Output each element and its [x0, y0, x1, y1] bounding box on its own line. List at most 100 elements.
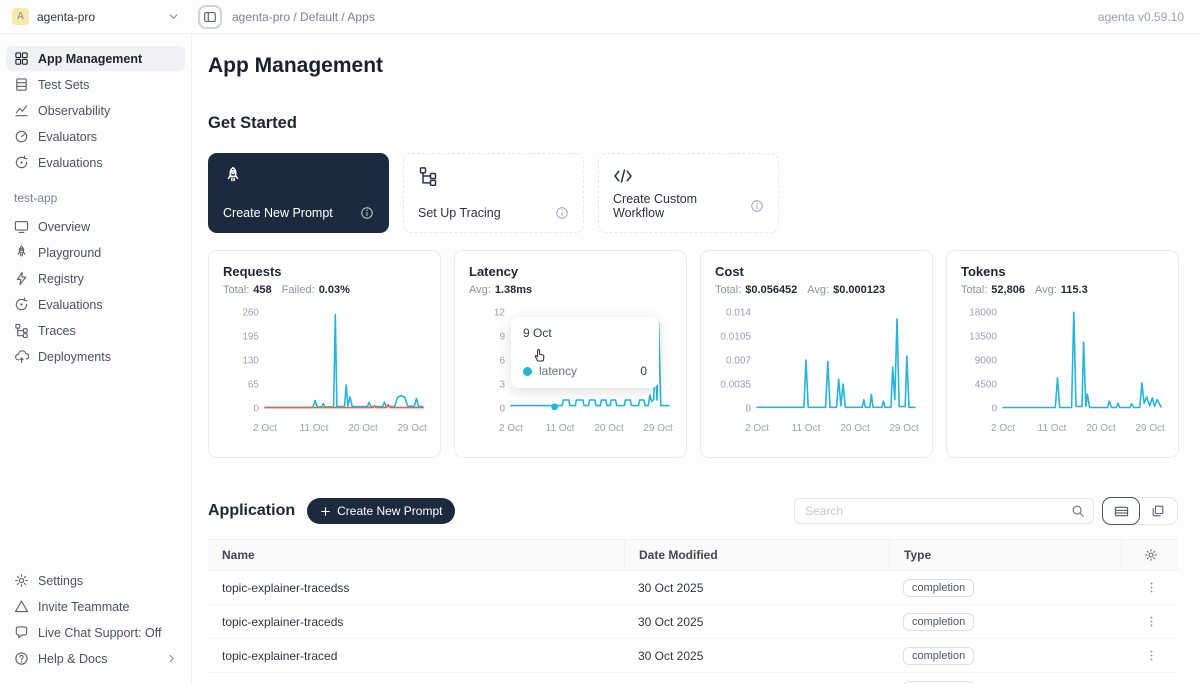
search-icon[interactable] [1071, 504, 1085, 518]
x-axis-tick: 29 Oct [1135, 423, 1165, 434]
y-axis-tick: 18000 [969, 308, 997, 319]
y-axis-tick: 0.0105 [720, 332, 751, 343]
chart-title: Tokens [961, 264, 1164, 279]
type-badge: completion [903, 681, 974, 684]
workspace-selector[interactable]: A agenta-pro [0, 8, 192, 25]
stat-value: 52,806 [991, 284, 1025, 296]
sidebar-item-evaluations[interactable]: Evaluations [6, 150, 185, 175]
table-header: Name Date Modified Type [208, 539, 1178, 571]
chart-stats: Avg:1.38ms [469, 284, 672, 296]
x-axis-tick: 20 Oct [594, 423, 624, 434]
x-axis-tick: 20 Oct [840, 423, 870, 434]
y-axis-tick: 0 [499, 404, 505, 415]
row-menu-dots-icon[interactable] [1145, 581, 1158, 594]
help-icon [14, 651, 29, 666]
sidebar-item-test-sets[interactable]: Test Sets [6, 72, 185, 97]
table-view-icon [1114, 504, 1129, 519]
sidebar-item-label: App Management [38, 52, 142, 66]
sidebar-item-label: Settings [38, 574, 83, 588]
sidebar-item-settings[interactable]: Settings [6, 568, 185, 593]
x-axis-tick: 2 Oct [253, 423, 277, 434]
search-input[interactable] [803, 503, 1071, 519]
series-line-total [265, 315, 423, 408]
y-axis-tick: 65 [248, 380, 260, 391]
sidebar-item-evaluators[interactable]: Evaluators [6, 124, 185, 149]
evaluators-icon [14, 129, 29, 144]
table-row[interactable]: topic-explainer-tracedss 30 Oct 2025 com… [208, 571, 1178, 605]
get-started-card-create-new-prompt[interactable]: Create New Prompt [208, 153, 389, 233]
workspace-name: agenta-pro [37, 10, 95, 24]
table-view-button[interactable] [1102, 497, 1140, 525]
sidebar-item-observability[interactable]: Observability [6, 98, 185, 123]
sidebar-item-invite-teammate[interactable]: Invite Teammate [6, 594, 185, 619]
x-axis-tick: 11 Oct [792, 423, 821, 434]
sidebar-item-registry[interactable]: Registry [6, 266, 185, 291]
row-name: topic-explainer-traced [208, 649, 624, 663]
info-circle-icon[interactable] [750, 199, 764, 213]
column-header-name: Name [208, 548, 624, 562]
sidebar-item-traces[interactable]: Traces [6, 318, 185, 343]
x-axis-tick: 11 Oct [546, 423, 575, 434]
chart-plot: 04500900013500180002 Oct11 Oct20 Oct29 O… [961, 304, 1166, 438]
grid-icon [14, 51, 29, 66]
table-row[interactable]: career-assessment 27 Oct 2025 completion [208, 673, 1178, 684]
plus-icon [320, 506, 331, 517]
y-axis-tick: 13500 [969, 332, 997, 343]
sidebar-panel-icon [203, 10, 217, 24]
evaluations-icon [14, 297, 29, 312]
evaluations-icon [14, 155, 29, 170]
chart-title: Cost [715, 264, 918, 279]
sidebar-toggle-button[interactable] [198, 5, 222, 29]
type-badge: completion [903, 647, 974, 665]
chart-card-tokens: Tokens Total:52,806Avg:115.3 04500900013… [946, 250, 1179, 458]
sidebar-sections: App Management Test Sets Observability E… [6, 46, 185, 370]
table-settings-gear-icon[interactable] [1144, 548, 1158, 562]
sidebar-item-deployments[interactable]: Deployments [6, 344, 185, 369]
rocket-icon [223, 166, 243, 186]
chart-tooltip: 9 Octlatency0 [511, 317, 659, 388]
info-circle-icon[interactable] [555, 206, 569, 220]
table-row[interactable]: topic-explainer-traced 30 Oct 2025 compl… [208, 639, 1178, 673]
info-circle-icon[interactable] [360, 206, 374, 220]
sidebar-group-label: test-app [6, 176, 185, 214]
sidebar-item-label: Evaluations [38, 298, 103, 312]
code-icon [613, 166, 633, 186]
sidebar-item-overview[interactable]: Overview [6, 214, 185, 239]
create-new-prompt-button[interactable]: Create New Prompt [307, 498, 455, 524]
column-header-date-modified: Date Modified [624, 540, 889, 570]
main-content: App Management Get Started Create New Pr… [193, 33, 1200, 684]
chat-icon [14, 625, 29, 640]
sidebar-item-label: Traces [38, 324, 76, 338]
sidebar-footer: Settings Invite Teammate Live Chat Suppo… [6, 568, 185, 672]
stat-value: 115.3 [1061, 284, 1088, 296]
get-started-card-set-up-tracing[interactable]: Set Up Tracing [403, 153, 584, 233]
y-axis-tick: 12 [494, 308, 506, 319]
row-name: topic-explainer-traceds [208, 615, 624, 629]
chart-stats: Total:52,806Avg:115.3 [961, 284, 1164, 296]
sidebar-item-help-docs[interactable]: Help & Docs [6, 646, 185, 671]
table-row[interactable]: topic-explainer-traceds 30 Oct 2025 comp… [208, 605, 1178, 639]
row-menu-dots-icon[interactable] [1145, 615, 1158, 628]
sidebar-item-label: Live Chat Support: Off [38, 626, 161, 640]
get-started-cards: Create New Prompt Set Up Tracing Create … [208, 153, 1178, 233]
x-axis-tick: 2 Oct [991, 423, 1015, 434]
row-menu-dots-icon[interactable] [1145, 649, 1158, 662]
y-axis-tick: 0 [253, 404, 259, 415]
sidebar-item-live-chat-support-off[interactable]: Live Chat Support: Off [6, 620, 185, 645]
traces-icon [418, 166, 438, 186]
breadcrumb[interactable]: agenta-pro / Default / Apps [232, 10, 375, 24]
application-title: Application [208, 502, 295, 520]
sidebar-item-app-management[interactable]: App Management [6, 46, 185, 71]
get-started-card-create-custom-workflow[interactable]: Create Custom Workflow [598, 153, 779, 233]
sidebar-item-label: Test Sets [38, 78, 89, 92]
sidebar-item-evaluations[interactable]: Evaluations [6, 292, 185, 317]
chart-card-latency: Latency Avg:1.38ms 0369122 Oct11 Oct20 O… [454, 250, 687, 458]
y-axis-tick: 130 [242, 356, 259, 367]
charts-row: Requests Total:458Failed:0.03% 065130195… [208, 250, 1178, 458]
stat-value: $0.056452 [745, 284, 797, 296]
sidebar-item-playground[interactable]: Playground [6, 240, 185, 265]
workspace-avatar: A [12, 8, 29, 25]
card-view-button[interactable] [1139, 498, 1177, 524]
chart-title: Latency [469, 264, 672, 279]
x-axis-tick: 20 Oct [1086, 423, 1116, 434]
